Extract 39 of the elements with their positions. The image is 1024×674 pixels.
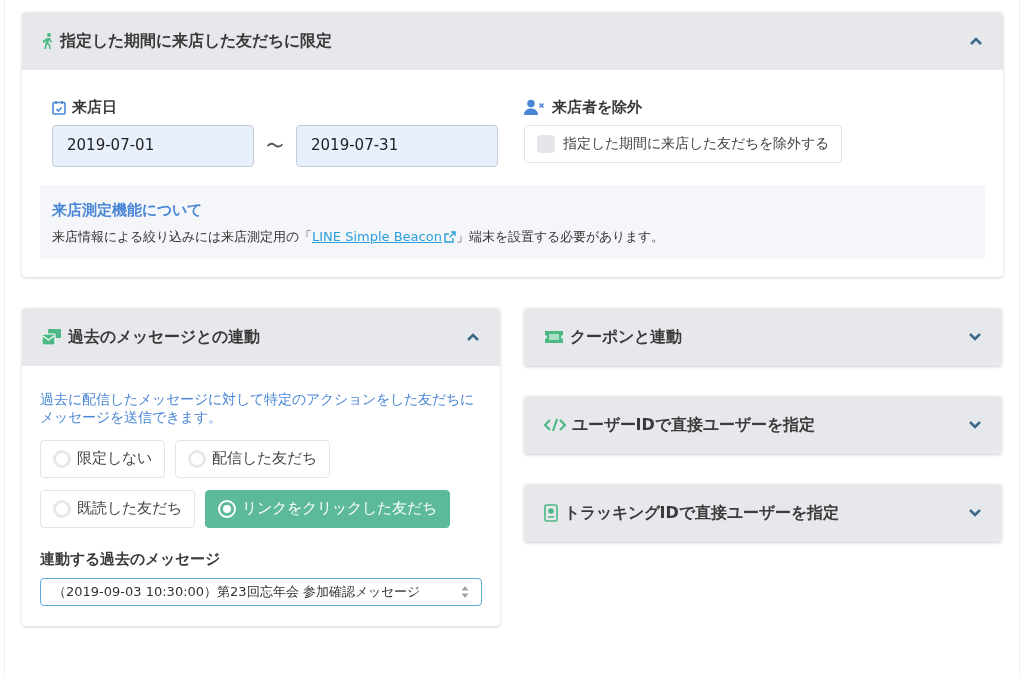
chevron-down-icon[interactable] bbox=[968, 331, 982, 342]
section-header[interactable]: クーポンと連動 bbox=[523, 307, 1002, 366]
checkbox[interactable] bbox=[537, 134, 555, 153]
section-title: 指定した期間に来店した友だちに限定 bbox=[60, 30, 332, 52]
id-card-icon bbox=[543, 503, 558, 522]
chevron-up-icon[interactable] bbox=[969, 36, 983, 46]
section-title: クーポンと連動 bbox=[569, 325, 682, 348]
user-x-icon bbox=[524, 99, 546, 116]
chevron-down-icon[interactable] bbox=[968, 419, 982, 430]
chevron-up-icon[interactable] bbox=[465, 331, 480, 342]
section-header[interactable]: ユーザーIDで直接ユーザーを指定 bbox=[523, 395, 1002, 454]
select-label: 連動する過去のメッセージ bbox=[40, 548, 221, 570]
external-link-icon bbox=[443, 230, 456, 243]
end-date-field[interactable]: 2019-07-31 bbox=[296, 124, 498, 167]
section-header[interactable]: 過去のメッセージとの連動 bbox=[22, 307, 500, 366]
radio-option[interactable]: 配信した友だち bbox=[175, 439, 330, 478]
description-text: 過去に配信したメッセージに対して特定のアクションをした友だちにメッセージを送信できます。 bbox=[40, 389, 475, 426]
sort-arrows-icon bbox=[460, 585, 469, 599]
chevron-down-icon[interactable] bbox=[968, 507, 982, 518]
info-title: 来店測定機能について bbox=[52, 199, 203, 221]
radio-option[interactable]: 既読した友だち bbox=[40, 489, 195, 528]
date-label: 来店日 bbox=[72, 97, 117, 118]
message-select[interactable]: （2019-09-03 10:30:00）第23回忘年会 参加確認メッセージ bbox=[40, 578, 482, 606]
envelopes-icon bbox=[42, 328, 62, 345]
start-date-field[interactable]: 2019-07-01 bbox=[52, 124, 254, 167]
code-icon bbox=[543, 417, 566, 432]
ticket-icon bbox=[543, 329, 564, 344]
section-header[interactable]: トラッキングIDで直接ユーザーを指定 bbox=[523, 483, 1002, 542]
calendar-check-icon bbox=[52, 99, 66, 115]
section-title: トラッキングIDで直接ユーザーを指定 bbox=[563, 501, 839, 524]
range-separator: 〜 bbox=[265, 134, 285, 158]
walking-person-icon bbox=[42, 33, 54, 49]
exclude-label: 来店者を除外 bbox=[552, 97, 642, 118]
exclude-checkbox[interactable]: 指定した期間に来店した友だちを除外する bbox=[524, 124, 842, 163]
info-text: 来店情報による絞り込みには来店測定用の「LINE Simple Beacon 」端末を設置する必要があります。 bbox=[52, 227, 973, 247]
radio-option[interactable]: 限定しない bbox=[40, 439, 165, 478]
section-header[interactable]: 指定した期間に来店した友だちに限定 bbox=[22, 12, 1003, 70]
section-title: ユーザーIDで直接ユーザーを指定 bbox=[571, 413, 815, 436]
section-title: 過去のメッセージとの連動 bbox=[68, 325, 260, 348]
